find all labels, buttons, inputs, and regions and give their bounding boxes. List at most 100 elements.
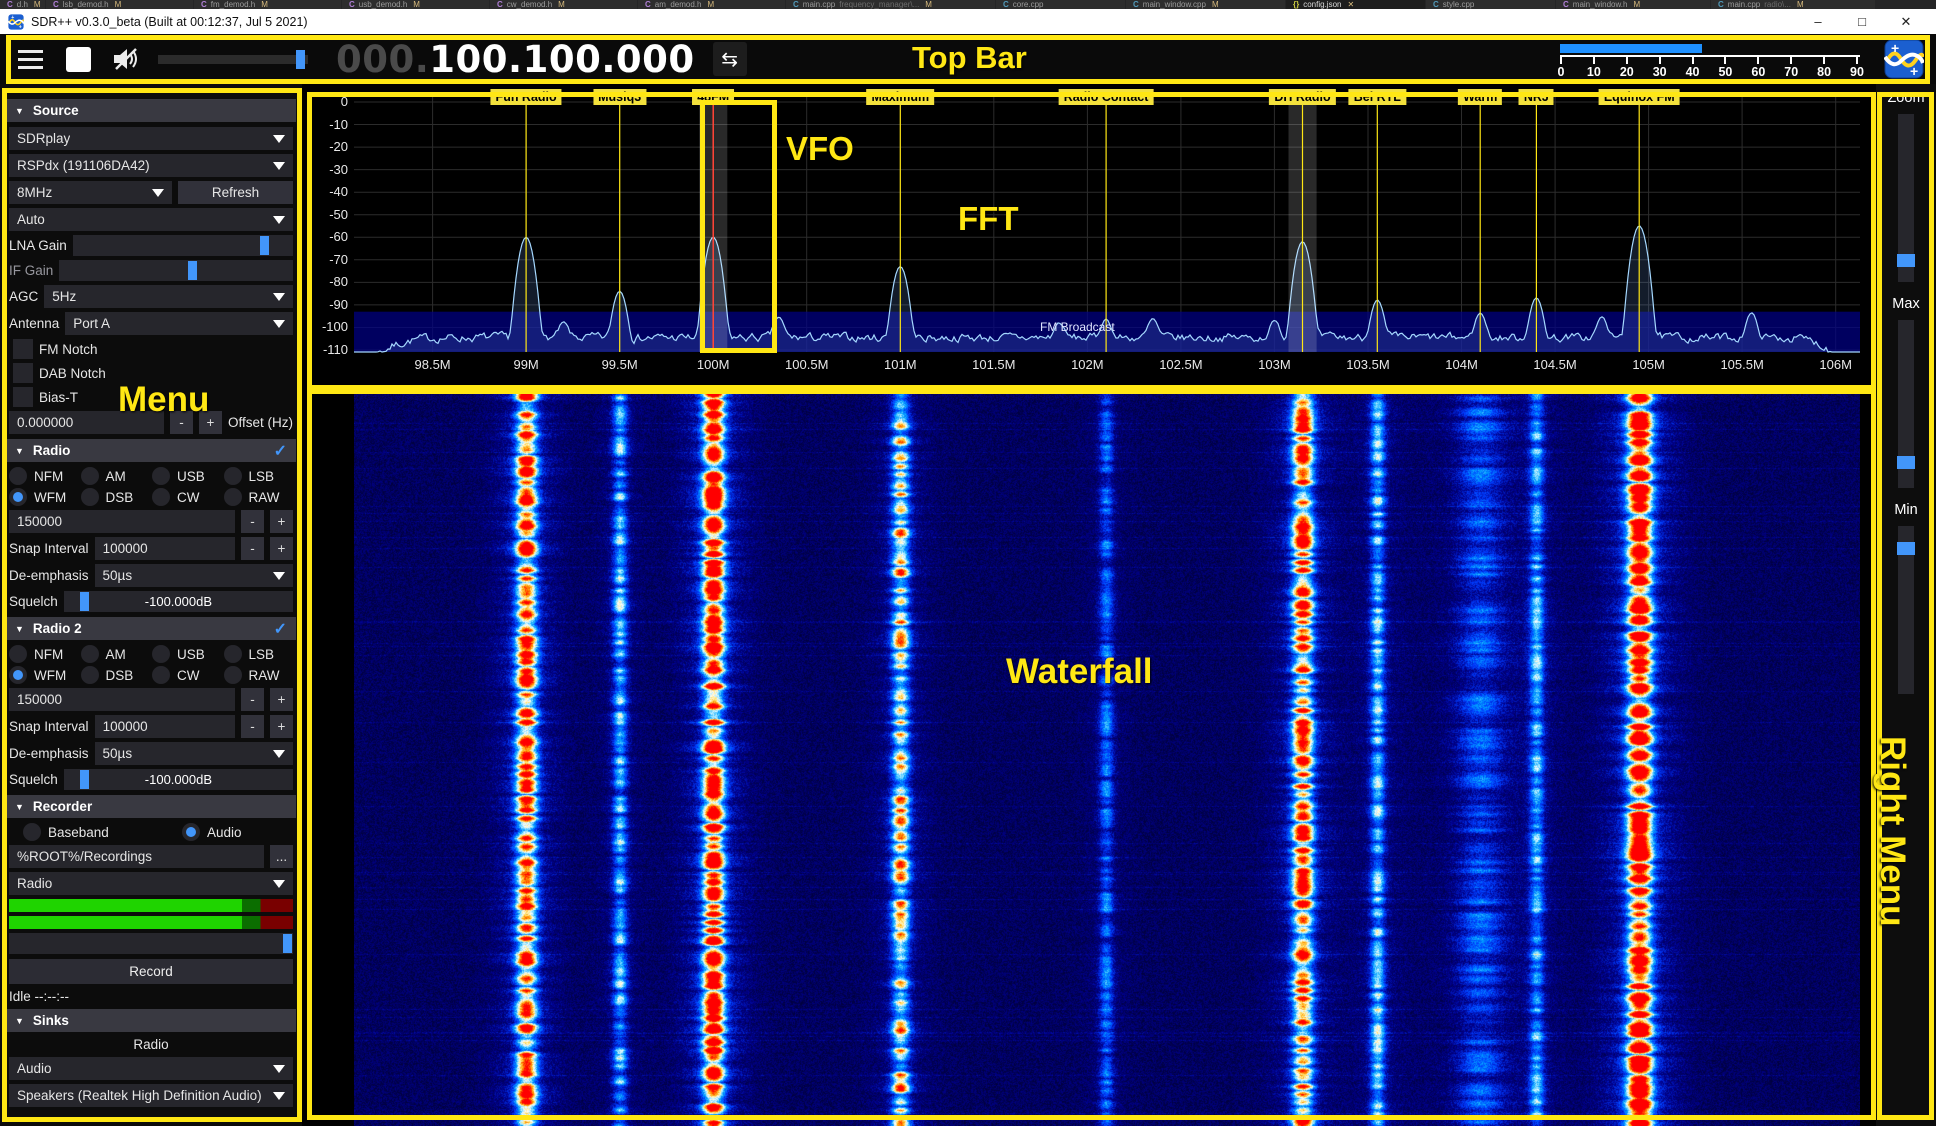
offset-decrement-button[interactable]: - [170,411,193,434]
browse-button[interactable]: ... [270,845,293,868]
mode-am[interactable]: AM [81,467,151,485]
mode-lsb[interactable]: LSB [224,467,294,485]
squelch-slider[interactable]: -100.000dB [64,591,293,612]
mode-cw[interactable]: CW [152,666,222,684]
mode-wfm-selected[interactable]: WFM [9,666,79,684]
module-enabled-check-icon[interactable]: ✓ [274,619,287,639]
modified-badge[interactable]: M [558,0,565,9]
deemphasis-select[interactable]: 50µs [95,564,293,587]
agc-select[interactable]: 5Hz [44,285,293,308]
editor-tab[interactable]: Cmain.cppradio\...M [1711,0,1876,9]
snap-increment-button[interactable]: + [270,715,293,738]
editor-tab[interactable]: Cfm_demod.hM [194,0,342,9]
editor-tab[interactable]: Cstyle.cpp [1426,0,1556,9]
zoom-slider[interactable] [1898,114,1914,282]
stop-button[interactable] [60,40,96,78]
bias-t-checkbox[interactable] [13,387,33,407]
editor-tab[interactable]: Cusb_demod.hM [342,0,490,9]
station-label[interactable]: Warm [1458,89,1502,105]
waterfall-canvas[interactable] [354,390,1860,1126]
mode-dsb[interactable]: DSB [81,666,151,684]
min-slider[interactable] [1898,526,1914,694]
waterfall-panel[interactable] [302,390,1876,1126]
modified-badge[interactable]: M [261,0,268,9]
window-titlebar[interactable]: ++ SDR++ v0.3.0_beta (Built at 00:12:37,… [0,9,1936,34]
snap-interval-input[interactable]: 100000 [95,537,235,560]
editor-tab[interactable]: Cam_demod.hM [638,0,786,9]
modified-badge[interactable]: M [115,0,122,9]
bw-increment-button[interactable]: + [270,510,293,533]
mode-dsb[interactable]: DSB [81,488,151,506]
editor-tab[interactable]: Cd.hM [0,0,46,9]
gain-mode-select[interactable]: Auto [9,208,293,231]
recorder-stream-select[interactable]: Radio [9,872,293,895]
record-button[interactable]: Record [9,959,293,984]
fm-notch-checkbox[interactable] [13,339,33,359]
editor-tab[interactable]: Ccw_demod.hM [490,0,638,9]
mode-am[interactable]: AM [81,645,151,663]
station-label[interactable]: Maximum [866,89,934,105]
mode-usb[interactable]: USB [152,645,222,663]
modified-badge[interactable]: M [413,0,420,9]
slider-handle[interactable] [1897,254,1915,267]
sink-device-select[interactable]: Speakers (Realtek High Definition Audio) [9,1084,293,1107]
source-section-header[interactable]: ▼ Source [6,99,296,122]
modified-badge[interactable]: M [34,0,41,9]
mute-button[interactable] [108,40,144,78]
sinks-section-header[interactable]: ▼ Sinks [6,1009,296,1032]
editor-tab[interactable]: Cmain_window.hM [1556,0,1711,9]
radio2-section-header[interactable]: ▼ Radio 2 ✓ [6,617,296,640]
modified-badge[interactable]: M [1633,0,1640,9]
mode-wfm-selected[interactable]: WFM [9,488,79,506]
mode-nfm[interactable]: NFM [9,645,79,663]
module-enabled-check-icon[interactable]: ✓ [274,441,287,461]
modified-badge[interactable]: M [925,0,932,9]
recorder-section-header[interactable]: ▼ Recorder [6,795,296,818]
offset-increment-button[interactable]: + [199,411,222,434]
snap-increment-button[interactable]: + [270,537,293,560]
editor-tab[interactable]: Ccore.cpp [996,0,1126,9]
bw-increment-button[interactable]: + [270,688,293,711]
snap-decrement-button[interactable]: - [241,537,264,560]
maximize-button[interactable]: □ [1840,14,1884,30]
tab-close-icon[interactable]: ✕ [1347,0,1354,9]
fft-panel[interactable]: 0-10-20-30-40-50-60-70-80-90-100-110 Fun… [302,84,1876,390]
dab-notch-checkbox[interactable] [13,363,33,383]
squelch-slider[interactable]: -100.000dB [64,769,293,790]
slider-handle[interactable] [1897,456,1915,469]
radio-bandwidth-input[interactable]: 150000 [9,510,235,533]
mode-nfm[interactable]: NFM [9,467,79,485]
tuning-mode-button[interactable]: ⇆ [713,42,747,76]
editor-tab[interactable]: Cmain.cppfrequency_manager\...M [786,0,996,9]
refresh-button[interactable]: Refresh [178,181,293,204]
snap-decrement-button[interactable]: - [241,715,264,738]
editor-tab[interactable]: Cmain_window.cppM [1126,0,1286,9]
recorder-volume-slider[interactable] [9,933,293,954]
fft-zoom-scale-slider[interactable]: 0102030405060708090 [1558,37,1864,81]
station-label[interactable]: NRJ [1519,89,1554,105]
mode-raw[interactable]: RAW [224,488,294,506]
volume-slider[interactable] [158,55,308,64]
mode-cw[interactable]: CW [152,488,222,506]
radio-section-header[interactable]: ▼ Radio ✓ [6,439,296,462]
deemphasis-select[interactable]: 50µs [95,742,293,765]
recording-path-input[interactable]: %ROOT%/Recordings [9,845,264,868]
mode-usb[interactable]: USB [152,467,222,485]
max-slider[interactable] [1898,320,1914,488]
editor-tab[interactable]: Clsb_demod.hM [46,0,194,9]
mode-raw[interactable]: RAW [224,666,294,684]
station-label[interactable]: DH Radio [1269,89,1335,105]
station-label[interactable]: Bel RTL [1349,89,1406,105]
mode-lsb[interactable]: LSB [224,645,294,663]
menu-toggle-button[interactable] [12,40,48,78]
close-button[interactable]: ✕ [1884,14,1928,30]
editor-tab[interactable]: {}config.json✕ [1286,0,1426,9]
station-label[interactable]: Radio Contact [1059,89,1154,105]
sink-type-select[interactable]: Audio [9,1057,293,1080]
radio2-bandwidth-input[interactable]: 150000 [9,688,235,711]
bw-decrement-button[interactable]: - [241,510,264,533]
fft-plot[interactable] [354,84,1860,356]
recorder-mode-audio[interactable]: Audio [182,823,293,841]
lna-gain-slider[interactable] [73,235,293,256]
minimize-button[interactable]: – [1796,14,1840,30]
